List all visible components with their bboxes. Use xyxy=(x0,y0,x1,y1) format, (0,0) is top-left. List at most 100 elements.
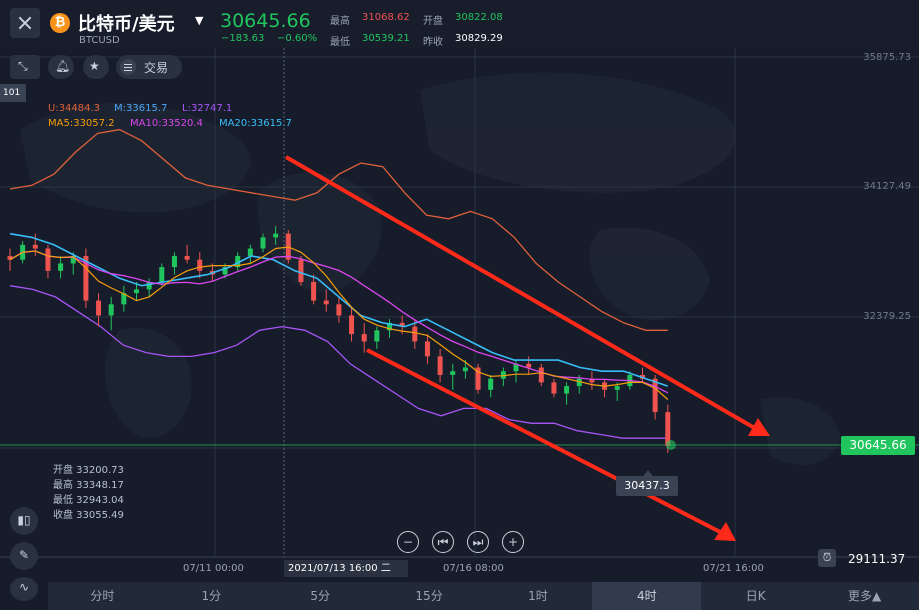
crosshair-time-label: 2021/07/13 16:00 二 xyxy=(284,560,408,577)
stat-high-value: 31068.62 xyxy=(362,12,410,23)
price-change: −183.63 xyxy=(221,33,265,44)
ohlc-open: 开盘 33200.73 xyxy=(53,465,124,476)
trade-label: 交易 xyxy=(144,61,169,75)
candle-body xyxy=(108,304,114,316)
candle-body xyxy=(462,367,468,372)
indicator-icon: ∿ xyxy=(18,580,30,594)
candle-body xyxy=(323,300,329,305)
shrink-icon: ⤡ xyxy=(18,59,28,73)
price-change-pct: −0.60% xyxy=(277,33,318,44)
candle-style-button[interactable]: ▮▯ xyxy=(10,507,38,535)
tab-timeshare[interactable]: 分时 xyxy=(48,582,157,610)
tab-5m[interactable]: 5分 xyxy=(266,582,375,610)
candle-body xyxy=(538,367,544,383)
shrink-button[interactable]: ⤡ xyxy=(10,55,40,79)
tab-1d[interactable]: 日K xyxy=(701,582,810,610)
ohlc-high: 最高 33348.17 xyxy=(53,480,124,491)
candle-body xyxy=(45,248,51,271)
ohlc-low: 最低 32943.04 xyxy=(53,495,124,506)
alert-button[interactable]: 🔔︎ xyxy=(48,55,74,79)
draw-button[interactable]: ✎ xyxy=(10,542,38,570)
symbol-title[interactable]: 比特币/美元 xyxy=(78,10,175,36)
tab-4h[interactable]: 4时 xyxy=(592,582,702,610)
close-button[interactable] xyxy=(10,8,40,38)
scroll-end-button[interactable]: ⏭ xyxy=(467,531,489,553)
price-axis-label: 32379.25 xyxy=(863,311,911,322)
candle-body xyxy=(564,386,570,394)
candle-body xyxy=(349,315,355,335)
candles-icon: ▮▯ xyxy=(17,513,31,527)
candle-body xyxy=(273,233,279,238)
ohlc-info: 开盘 33200.73 最高 33348.17 最低 32943.04 收盘 3… xyxy=(53,463,124,523)
candle-body xyxy=(614,386,620,390)
candle-body xyxy=(58,263,64,271)
interval-tag: 101 xyxy=(0,84,26,102)
candle-body xyxy=(374,330,380,342)
candle-body xyxy=(197,259,203,271)
trade-button[interactable]: 交易 xyxy=(116,55,182,79)
time-axis-label: 07/21 16:00 xyxy=(703,563,764,574)
candle-body xyxy=(336,304,342,316)
stat-open-label: 开盘 xyxy=(423,16,443,27)
candle-body xyxy=(652,378,658,413)
ma5-legend: MA5:33057.2 xyxy=(48,118,115,129)
live-price-dot xyxy=(666,440,676,450)
ohlc-close: 收盘 33055.49 xyxy=(53,510,124,521)
candle-body xyxy=(437,356,443,375)
price-chart[interactable] xyxy=(0,0,919,582)
current-price-tag: 30645.66 xyxy=(841,436,915,455)
candle-body xyxy=(96,300,102,316)
candle-body xyxy=(551,382,557,394)
tab-15m[interactable]: 15分 xyxy=(375,582,484,610)
zoom-out-button[interactable]: − xyxy=(397,531,419,553)
candle-body xyxy=(412,326,418,342)
candle-body xyxy=(159,267,165,282)
candle-body xyxy=(247,248,253,256)
period-low-marker: 30437.3 xyxy=(616,470,678,496)
tab-1h[interactable]: 1时 xyxy=(484,582,593,610)
candle-body xyxy=(171,255,177,268)
boll-mid-legend: M:33615.7 xyxy=(114,103,168,114)
alarm-icon[interactable]: ⏰︎ xyxy=(818,549,836,567)
price-axis-label: 34127.49 xyxy=(863,181,911,192)
candle-body xyxy=(450,371,456,375)
candle-body xyxy=(298,259,304,282)
bell-icon: 🔔︎ xyxy=(55,59,71,73)
candle-body xyxy=(134,289,139,294)
candle-body xyxy=(361,334,367,342)
stat-prev-close-label: 昨收 xyxy=(423,37,443,48)
candle-body xyxy=(184,255,190,260)
price-axis-label: 35875.73 xyxy=(863,52,911,63)
bitcoin-icon: ₿ xyxy=(50,13,70,33)
stat-low-label: 最低 xyxy=(330,37,350,48)
candle-body xyxy=(424,341,430,357)
stat-low-value: 30539.21 xyxy=(362,33,410,44)
tab-1m[interactable]: 1分 xyxy=(157,582,266,610)
scroll-start-button[interactable]: ⏮ xyxy=(432,531,454,553)
favorite-button[interactable]: ★ xyxy=(83,55,109,79)
ma10-legend: MA10:33520.4 xyxy=(130,118,203,129)
candle-body xyxy=(488,378,494,390)
stat-high-label: 最高 xyxy=(330,16,350,27)
symbol-code: BTCUSD xyxy=(79,35,120,46)
axis-low-value: 29111.37 xyxy=(848,552,906,566)
ma20-legend: MA20:33615.7 xyxy=(219,118,292,129)
chevron-down-icon[interactable]: ▼ xyxy=(195,14,203,27)
chart-screen: ₿ 比特币/美元 ▼ BTCUSD 30645.66 −183.63 −0.60… xyxy=(0,0,919,610)
stat-open-value: 30822.08 xyxy=(455,12,503,23)
candle-body xyxy=(32,244,38,249)
stat-prev-close-value: 30829.29 xyxy=(455,33,503,44)
time-axis-label: 07/16 08:00 xyxy=(443,563,504,574)
boll-upper-legend: U:34484.3 xyxy=(48,103,101,114)
interval-tabs: 分时 1分 5分 15分 1时 4时 日K 更多▲ xyxy=(48,582,919,610)
list-icon xyxy=(120,59,136,75)
candle-body xyxy=(311,281,317,301)
boll-lower-legend: L:32747.1 xyxy=(182,103,233,114)
candle-body xyxy=(260,237,266,249)
tab-more[interactable]: 更多▲ xyxy=(810,582,919,610)
indicator-button[interactable]: ∿ xyxy=(10,577,38,601)
zoom-in-button[interactable]: + xyxy=(502,531,524,553)
pen-icon: ✎ xyxy=(18,548,30,562)
candle-body xyxy=(526,363,532,368)
star-icon: ★ xyxy=(89,59,100,73)
